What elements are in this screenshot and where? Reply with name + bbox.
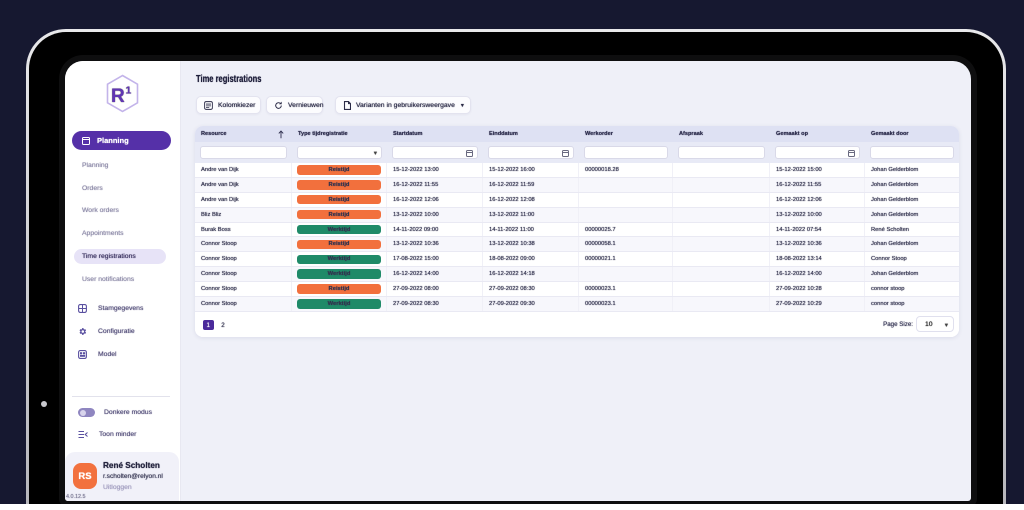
svg-text:R: R — [111, 86, 125, 107]
svg-text:1: 1 — [126, 85, 132, 97]
